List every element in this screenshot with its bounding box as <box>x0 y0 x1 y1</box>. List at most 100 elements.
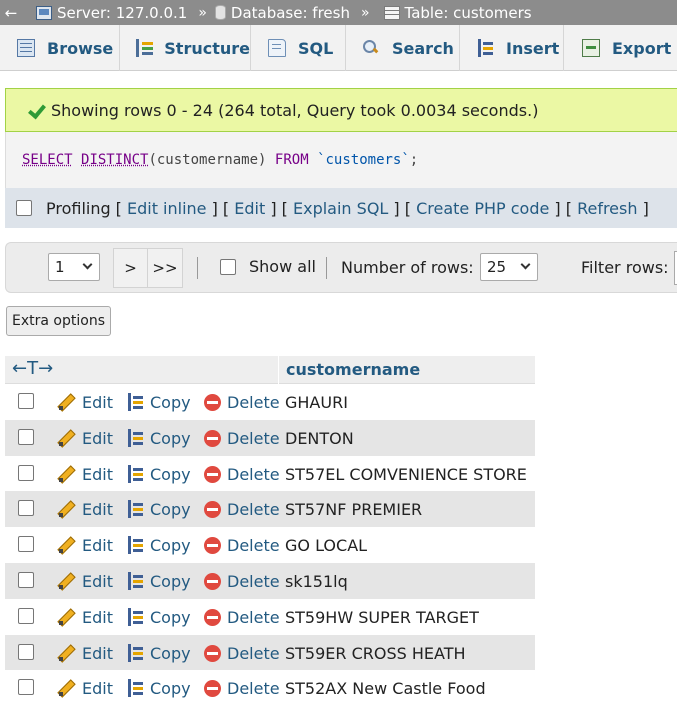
edit-inline-link[interactable]: Edit inline <box>127 199 207 218</box>
copy-row-button[interactable]: Copy <box>126 670 191 706</box>
cell-customername[interactable]: DENTON <box>285 420 354 456</box>
copy-row-button[interactable]: Copy <box>126 491 191 527</box>
row-checkbox[interactable] <box>18 500 34 516</box>
pencil-icon <box>58 393 76 411</box>
breadcrumb-database[interactable]: Database: fresh <box>207 4 350 22</box>
delete-row-button[interactable]: Delete <box>204 384 280 420</box>
success-message: Showing rows 0 - 24 (264 total, Query to… <box>5 88 677 132</box>
cell-customername[interactable]: ST52AX New Castle Food <box>285 670 486 706</box>
last-page-button[interactable]: >> <box>147 248 183 288</box>
row-checkbox[interactable] <box>18 465 34 481</box>
refresh-link[interactable]: Refresh <box>577 199 637 218</box>
extra-options-button[interactable]: Extra options <box>6 306 111 336</box>
pencil-icon <box>58 572 76 590</box>
last-page-label: >> <box>152 259 178 277</box>
tab-browse[interactable]: Browse <box>0 25 120 71</box>
navigation-bar: 1 > >> Show all Number of rows: 25 Filte… <box>5 242 677 293</box>
sql-table-name: `customers` <box>317 152 410 168</box>
show-all-checkbox[interactable] <box>220 259 236 275</box>
row-checkbox[interactable] <box>18 608 34 624</box>
breadcrumb-table[interactable]: Table: customers <box>370 4 532 22</box>
tab-export[interactable]: Export <box>564 25 677 71</box>
copy-row-button[interactable]: Copy <box>126 635 191 671</box>
row-checkbox[interactable] <box>18 429 34 445</box>
column-header-customername[interactable]: customername <box>278 356 535 384</box>
cell-customername[interactable]: ST59ER CROSS HEATH <box>285 635 466 671</box>
explain-sql-link[interactable]: Explain SQL <box>293 199 388 218</box>
delete-row-button[interactable]: Delete <box>204 563 280 599</box>
tab-search[interactable]: Search <box>346 25 460 71</box>
delete-row-button[interactable]: Delete <box>204 527 280 563</box>
profiling-label[interactable]: Profiling <box>46 199 111 218</box>
delete-label: Delete <box>227 535 280 555</box>
cell-customername[interactable]: ST57NF PREMIER <box>285 491 422 527</box>
delete-row-button[interactable]: Delete <box>204 456 280 492</box>
cell-customername[interactable]: GO LOCAL <box>285 527 367 563</box>
edit-row-button[interactable]: Edit <box>58 491 113 527</box>
edit-row-button[interactable]: Edit <box>58 384 113 420</box>
row-checkbox[interactable] <box>18 644 34 660</box>
copy-row-button[interactable]: Copy <box>126 456 191 492</box>
row-checkbox[interactable] <box>18 393 34 409</box>
copy-row-button[interactable]: Copy <box>126 527 191 563</box>
tab-insert[interactable]: Insert <box>460 25 564 71</box>
cell-customername[interactable]: ST59HW SUPER TARGET <box>285 599 479 635</box>
show-all-checkbox-box[interactable] <box>220 259 236 275</box>
edit-row-button[interactable]: Edit <box>58 527 113 563</box>
create-php-code-link[interactable]: Create PHP code <box>416 199 549 218</box>
edit-label: Edit <box>82 499 113 519</box>
delete-row-button[interactable]: Delete <box>204 635 280 671</box>
delete-row-button[interactable]: Delete <box>204 420 280 456</box>
edit-query-link[interactable]: Edit <box>234 199 265 218</box>
row-checkbox[interactable] <box>18 536 34 552</box>
cell-customername[interactable]: sk151lq <box>285 563 348 599</box>
delete-row-button[interactable]: Delete <box>204 670 280 706</box>
breadcrumb-table-label[interactable]: Table: customers <box>405 4 532 22</box>
row-checkbox[interactable] <box>18 572 34 588</box>
breadcrumb-server[interactable]: Server: 127.0.0.1 <box>22 4 187 22</box>
breadcrumb-database-label[interactable]: Database: fresh <box>231 4 350 22</box>
copy-row-button[interactable]: Copy <box>126 563 191 599</box>
edit-row-button[interactable]: Edit <box>58 670 113 706</box>
tab-sql[interactable]: SQL <box>251 25 346 71</box>
table-row[interactable]: Edit Copy Delete ST57NF PREMIER <box>5 491 535 527</box>
edit-row-button[interactable]: Edit <box>58 420 113 456</box>
table-row[interactable]: Edit Copy Delete ST59HW SUPER TARGET <box>5 599 535 635</box>
show-all-label[interactable]: Show all <box>249 257 316 276</box>
table-row[interactable]: Edit Copy Delete ST59ER CROSS HEATH <box>5 635 535 671</box>
resize-columns-icon[interactable]: ←T→ <box>12 358 53 379</box>
sql-icon <box>268 39 286 57</box>
delete-label: Delete <box>227 678 280 698</box>
copy-row-button[interactable]: Copy <box>126 599 191 635</box>
breadcrumb-separator: » <box>198 4 207 21</box>
edit-row-button[interactable]: Edit <box>58 599 113 635</box>
delete-row-button[interactable]: Delete <box>204 599 280 635</box>
page-select[interactable]: 1 <box>48 253 100 281</box>
table-row[interactable]: Edit Copy Delete GHAURI <box>5 384 535 420</box>
edit-row-button[interactable]: Edit <box>58 635 113 671</box>
table-row[interactable]: Edit Copy Delete GO LOCAL <box>5 527 535 563</box>
breadcrumb-server-label[interactable]: Server: 127.0.0.1 <box>57 4 187 22</box>
table-row[interactable]: Edit Copy Delete ST52AX New Castle Food <box>5 670 535 706</box>
copy-row-button[interactable]: Copy <box>126 420 191 456</box>
table-row[interactable]: Edit Copy Delete sk151lq <box>5 563 535 599</box>
back-arrow-icon[interactable]: ← <box>0 4 22 22</box>
delete-row-button[interactable]: Delete <box>204 491 280 527</box>
edit-row-button[interactable]: Edit <box>58 563 113 599</box>
profiling-checkbox[interactable] <box>16 200 32 216</box>
copy-icon <box>126 679 144 697</box>
delete-label: Delete <box>227 392 280 412</box>
sql-function-distinct[interactable]: DISTINCT <box>81 152 148 168</box>
table-row[interactable]: Edit Copy Delete DENTON <box>5 420 535 456</box>
table-row[interactable]: Edit Copy Delete ST57EL COMVENIENCE STORE <box>5 456 535 492</box>
sql-keyword-select[interactable]: SELECT <box>22 152 73 168</box>
row-checkbox[interactable] <box>18 679 34 695</box>
tab-search-label: Search <box>392 38 454 58</box>
rows-per-page-select[interactable]: 25 <box>480 253 538 281</box>
edit-row-button[interactable]: Edit <box>58 456 113 492</box>
copy-row-button[interactable]: Copy <box>126 384 191 420</box>
next-page-button[interactable]: > <box>113 248 148 288</box>
cell-customername[interactable]: ST57EL COMVENIENCE STORE <box>285 456 527 492</box>
cell-customername[interactable]: GHAURI <box>285 384 348 420</box>
tab-structure[interactable]: Structure <box>120 25 251 71</box>
